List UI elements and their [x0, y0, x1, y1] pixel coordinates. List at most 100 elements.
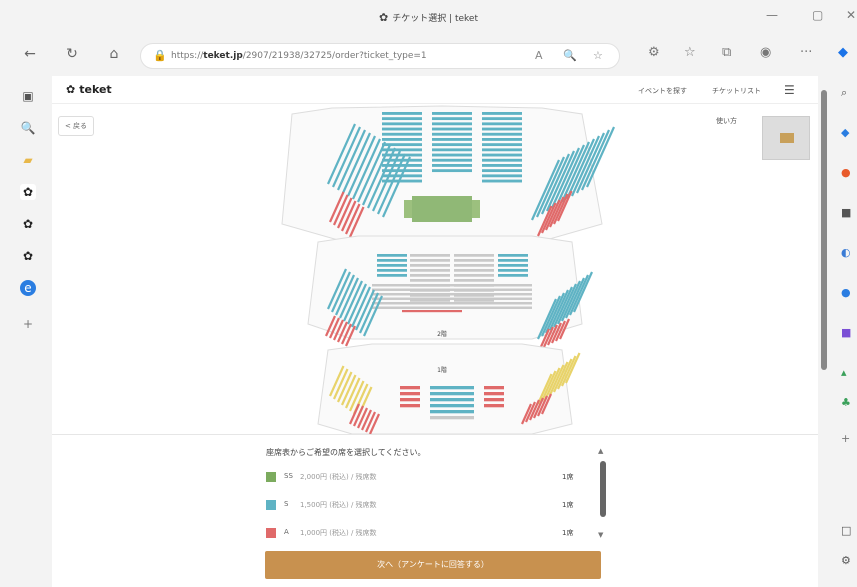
- seat-row-unavailable: [410, 254, 450, 257]
- seat-price: 2,000円 (税込) / 残席数: [300, 473, 377, 481]
- seat-row-unavailable: [454, 269, 494, 272]
- seat-row-s: [382, 112, 422, 115]
- drop-icon[interactable]: ▴: [841, 366, 855, 380]
- address-bar[interactable]: 🔒 https://teket.jp/2907/21938/32725/orde…: [140, 43, 620, 69]
- teket-tab-icon[interactable]: ✿: [20, 184, 36, 200]
- copilot-icon[interactable]: ◆: [841, 126, 855, 140]
- teket-tab-icon-3[interactable]: ✿: [20, 248, 36, 264]
- games-icon[interactable]: ◐: [841, 246, 855, 260]
- seat-row-s: [430, 392, 474, 396]
- seat-row-s: [430, 386, 474, 390]
- tree-icon[interactable]: ♣: [841, 396, 855, 410]
- favorite-star-icon[interactable]: ☆: [593, 49, 603, 62]
- find-events-link[interactable]: イベントを探す: [638, 86, 687, 96]
- read-aloud-icon[interactable]: A: [535, 49, 543, 62]
- sidebar-settings-icon[interactable]: □: [841, 524, 855, 538]
- seat-row-unavailable: [410, 269, 450, 272]
- add-sidebar-icon[interactable]: +: [841, 432, 855, 446]
- maximize-button[interactable]: ▢: [812, 8, 823, 22]
- seat-row-a[interactable]: A 1,000円 (税込) / 残席数 1席: [266, 525, 586, 541]
- panel-scrollbar[interactable]: [600, 461, 606, 517]
- seat-row-s: [382, 153, 422, 157]
- ticket-list-link[interactable]: チケットリスト: [712, 86, 761, 96]
- browser-toolbar: ← ↻ ⌂ 🔒 https://teket.jp/2907/21938/3272…: [0, 36, 857, 76]
- edge-tab-icon[interactable]: e: [20, 280, 36, 296]
- seat-row-s: [482, 153, 522, 157]
- outlook-icon[interactable]: ●: [841, 286, 855, 300]
- more-icon[interactable]: ···: [800, 45, 812, 60]
- seat-row-unavailable: [410, 274, 450, 277]
- hamburger-menu-icon[interactable]: ☰: [784, 83, 795, 97]
- seat-row-ss[interactable]: SS 2,000円 (税込) / 残席数 1席: [266, 469, 586, 485]
- seat-row-s: [482, 148, 522, 152]
- extensions-icon[interactable]: ⚙: [648, 45, 660, 60]
- seat-row-s: [482, 179, 522, 183]
- brand-logo[interactable]: ✿ teket: [66, 83, 112, 96]
- teket-tab-icon-2[interactable]: ✿: [20, 216, 36, 232]
- seat-map[interactable]: 2階 1階: [232, 104, 652, 434]
- seat-row-a: [484, 392, 504, 396]
- ss-seat-block-left: [404, 200, 412, 218]
- minimize-button[interactable]: —: [766, 8, 778, 22]
- seat-row-s: [382, 117, 422, 121]
- seat-row-s: [482, 117, 522, 121]
- seat-row-s[interactable]: S 1,500円 (税込) / 残席数 1席: [266, 497, 586, 513]
- seat-selection-panel: 座席表からご希望の席を選択してください。 SS 2,000円 (税込) / 残席…: [52, 434, 818, 587]
- collections-icon[interactable]: ⧉: [722, 45, 731, 60]
- search-tab-icon[interactable]: 🔍: [20, 120, 36, 136]
- tab-actions-icon[interactable]: ▣: [20, 88, 36, 104]
- close-button[interactable]: ✕: [846, 8, 856, 22]
- seat-row-s: [482, 164, 522, 167]
- seat-row-unavailable: [454, 279, 494, 282]
- url-text[interactable]: https://teket.jp/2907/21938/32725/order?…: [171, 51, 427, 61]
- seat-row-s: [482, 143, 522, 147]
- favorites-icon[interactable]: ☆: [684, 45, 696, 60]
- page-scrollbar[interactable]: [818, 76, 831, 587]
- seat-row-s: [432, 169, 472, 173]
- back-icon[interactable]: ←: [20, 46, 40, 62]
- seat-row-a: [402, 310, 462, 313]
- seat-row-unavailable: [410, 279, 450, 282]
- ss-seat-block: [412, 196, 472, 222]
- seat-row-s: [432, 127, 472, 131]
- zoom-icon[interactable]: 🔍: [563, 49, 577, 62]
- profile-icon[interactable]: ◉: [760, 45, 771, 60]
- seat-row-unavailable: [454, 264, 494, 267]
- seat-row-s: [377, 274, 407, 277]
- seat-row-a: [400, 392, 420, 396]
- office-icon[interactable]: ■: [841, 326, 855, 340]
- folder-tab-icon[interactable]: ▰: [20, 152, 36, 168]
- shopping-icon[interactable]: ●: [841, 166, 855, 180]
- lock-icon: 🔒: [153, 49, 167, 62]
- window-title: ✿ チケット選択 | teket: [0, 11, 857, 24]
- seat-rank: A: [284, 528, 289, 536]
- refresh-icon[interactable]: ↻: [62, 46, 82, 62]
- seat-row-s: [382, 164, 422, 167]
- seat-row-s: [382, 169, 422, 173]
- floor-label-2: 2階: [437, 330, 447, 338]
- site-header: ✿ teket イベントを探す チケットリスト ☰: [52, 76, 818, 104]
- tools-icon[interactable]: ■: [841, 206, 855, 220]
- page-scrollbar-thumb[interactable]: [821, 90, 827, 370]
- seat-row-s: [482, 138, 522, 141]
- search-icon[interactable]: ⌕: [841, 86, 855, 100]
- floor-label-1: 1階: [437, 366, 447, 374]
- panel-scroll-down-icon[interactable]: ▼: [598, 531, 603, 539]
- window-title-text: チケット選択 | teket: [392, 14, 478, 24]
- seat-row-s: [498, 274, 528, 277]
- seat-row-s: [382, 148, 422, 152]
- seat-row-s: [482, 158, 522, 162]
- seat-row-s: [382, 122, 422, 126]
- new-tab-icon[interactable]: +: [20, 316, 36, 332]
- copilot-icon[interactable]: ◆: [838, 45, 848, 60]
- gear-icon[interactable]: ⚙: [841, 554, 855, 568]
- usage-link[interactable]: 使い方: [716, 116, 737, 126]
- panel-scroll-up-icon[interactable]: ▲: [598, 447, 603, 455]
- seat-row-s: [382, 127, 422, 131]
- seat-row-s: [482, 112, 522, 115]
- back-button[interactable]: < 戻る: [58, 116, 94, 136]
- seat-row-s: [432, 138, 472, 141]
- home-icon[interactable]: ⌂: [104, 46, 124, 62]
- next-button[interactable]: 次へ（アンケートに回答する）: [265, 551, 601, 579]
- seat-minimap[interactable]: [762, 116, 810, 160]
